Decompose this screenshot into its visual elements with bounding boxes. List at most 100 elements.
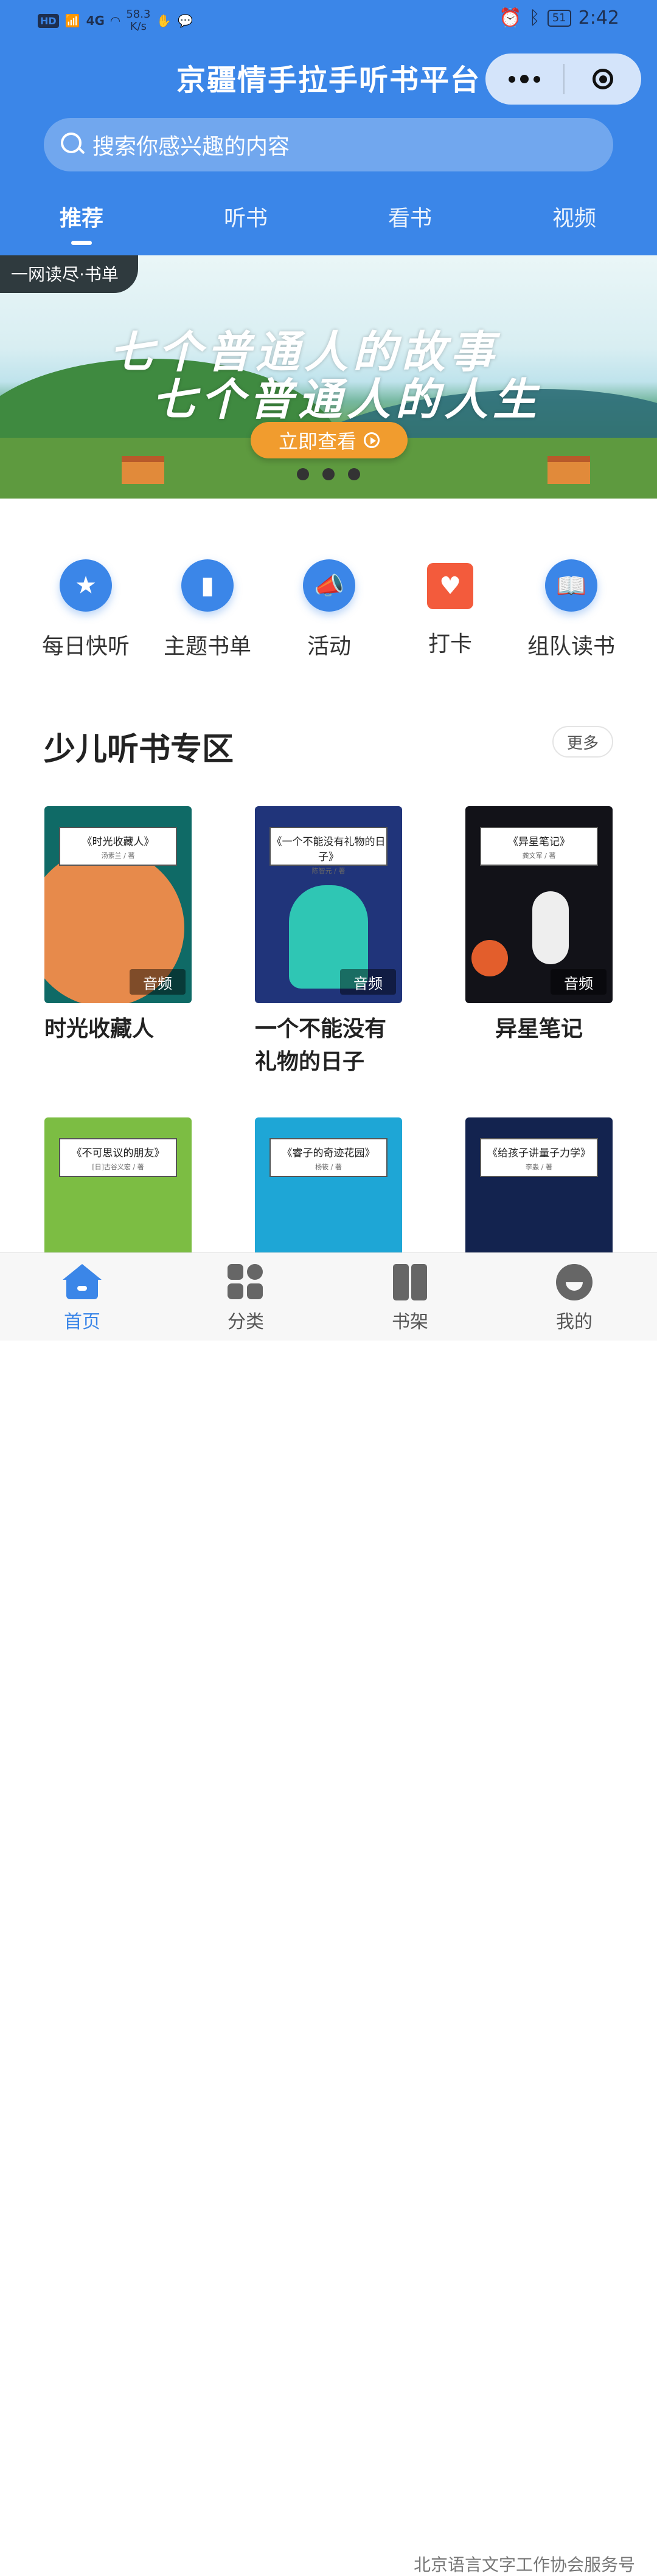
open-book-icon: 📖 (545, 559, 597, 612)
active-tab-indicator (71, 241, 92, 245)
megaphone-icon: 📣 (303, 559, 355, 612)
tab-video[interactable]: 视频 (513, 201, 635, 232)
search-placeholder: 搜索你感兴趣的内容 (92, 134, 290, 159)
book-cover: 《时光收藏人》 汤素兰 / 著 音频 (44, 806, 192, 1003)
cover-art (532, 891, 569, 964)
quick-theme-booklist[interactable]: ▮ 主题书单 (147, 559, 268, 660)
more-dot-icon (520, 75, 529, 83)
tab-label: 听书 (223, 206, 268, 231)
cover-title: 《异星笔记》 (508, 836, 570, 848)
carousel-dot[interactable] (297, 468, 309, 480)
notification-icon: ✋ (156, 13, 172, 28)
carousel-dot[interactable] (322, 468, 335, 480)
promo-banner[interactable]: 一网读尽·书单 七个普通人的故事 七个普通人的人生 立即查看 (0, 255, 657, 499)
bookshelf-icon (391, 1264, 429, 1300)
profile-icon (556, 1264, 593, 1300)
audio-badge: 音频 (551, 969, 607, 995)
book-title: 时光收藏人 (44, 1017, 155, 1041)
calendar-heart-icon: ♥ (427, 563, 473, 609)
more-options-button[interactable] (485, 54, 563, 105)
speed-unit: K/s (130, 20, 147, 33)
book-title: 异星笔记 (495, 1017, 583, 1041)
content-tabs: 推荐 听书 看书 视频 (0, 195, 657, 249)
audio-badge: 音频 (130, 969, 186, 995)
nav-bookshelf[interactable]: 书架 (361, 1264, 459, 1333)
cover-label: 《睿子的奇迹花园》 杨筱 / 著 (269, 1138, 388, 1177)
tab-label: 看书 (388, 206, 432, 231)
tab-read[interactable]: 看书 (349, 201, 471, 232)
bluetooth-icon: ᛒ (529, 7, 540, 29)
nav-profile[interactable]: 我的 (526, 1264, 623, 1333)
book-cover: 《一个不能没有礼物的日子》 陈智元 / 著 音频 (255, 806, 402, 1003)
category-icon (226, 1264, 265, 1300)
cover-title: 《睿子的奇迹花园》 (282, 1147, 375, 1159)
nav-label: 我的 (556, 1311, 593, 1333)
quick-activity[interactable]: 📣 活动 (268, 559, 390, 660)
signal-icon: 📶 (64, 13, 80, 28)
play-circle-icon (364, 432, 380, 448)
section-title: 少儿听书专区 (44, 731, 234, 768)
nav-label: 书架 (392, 1311, 428, 1333)
nav-label: 分类 (228, 1311, 264, 1333)
close-mini-program-button[interactable] (565, 54, 641, 105)
more-button[interactable]: 更多 (552, 726, 613, 758)
cover-label: 《给孩子讲量子力学》 李淼 / 著 (480, 1138, 598, 1177)
clock: 2:42 (578, 7, 619, 29)
quick-label: 活动 (307, 634, 351, 659)
cover-title: 《时光收藏人》 (82, 836, 155, 848)
quick-label: 打卡 (428, 632, 472, 657)
cover-title: 《一个不能没有礼物的日子》 (271, 836, 386, 863)
book-list-icon: ▮ (181, 559, 234, 612)
home-icon (63, 1264, 102, 1300)
quick-label: 组队读书 (527, 634, 615, 659)
bottom-nav: 首页 分类 书架 我的 北京语言文字工作协会服务号 (0, 1252, 657, 2575)
banner-subheadline: 七个普通人的人生 (151, 373, 541, 425)
view-now-button[interactable]: 立即查看 (251, 422, 408, 458)
more-dot-icon (509, 75, 515, 83)
cover-author: 李淼 / 著 (526, 1163, 552, 1171)
cover-author: [日]古谷义宏 / 著 (92, 1163, 144, 1171)
book-card[interactable]: 《时光收藏人》 汤素兰 / 著 音频 时光收藏人 (44, 806, 192, 1046)
more-dot-icon (534, 75, 540, 83)
view-now-label: 立即查看 (278, 430, 356, 453)
nav-label: 首页 (64, 1311, 100, 1333)
tab-listen[interactable]: 听书 (185, 201, 307, 232)
book-star-icon: ★ (60, 559, 112, 612)
cover-title: 《不可思议的朋友》 (71, 1147, 165, 1159)
quick-label: 每日快听 (41, 634, 130, 659)
cover-label: 《一个不能没有礼物的日子》 陈智元 / 著 (269, 827, 388, 875)
cover-author: 陈智元 / 著 (311, 867, 346, 875)
app-header: HD 📶 4G ◠ 58.3 K/s ✋ 💬 ⏰ ᛒ 51 2:42 京疆情手拉… (0, 0, 657, 255)
cover-title: 《给孩子讲量子力学》 (487, 1147, 591, 1159)
cover-art (471, 940, 508, 976)
book-title: 一个不能没有礼物的日子 (255, 1017, 387, 1074)
hd-badge: HD (38, 13, 59, 28)
banner-tag: 一网读尽·书单 (0, 255, 138, 293)
quick-group-reading[interactable]: 📖 组队读书 (510, 559, 632, 660)
network-speed: 58.3 K/s (126, 9, 150, 33)
search-input[interactable]: 搜索你感兴趣的内容 (44, 118, 613, 171)
carousel-dots (0, 468, 657, 480)
battery-indicator: 51 (547, 9, 571, 27)
mini-program-capsule (485, 54, 641, 105)
cover-label: 《异星笔记》 龚文军 / 著 (480, 827, 598, 866)
watermark: 北京语言文字工作协会服务号 (414, 2555, 636, 2575)
nav-category[interactable]: 分类 (197, 1264, 294, 1333)
book-card[interactable]: 《异星笔记》 龚文军 / 著 音频 异星笔记 (465, 806, 613, 1046)
book-card[interactable]: 《一个不能没有礼物的日子》 陈智元 / 著 音频 一个不能没有礼物的日子 (255, 806, 402, 1079)
quick-links: ★ 每日快听 ▮ 主题书单 📣 活动 ♥ 打卡 📖 组队读书 (0, 559, 657, 669)
tab-recommend[interactable]: 推荐 (21, 201, 142, 245)
status-right: ⏰ ᛒ 51 2:42 (499, 7, 619, 29)
carousel-dot[interactable] (348, 468, 360, 480)
search-icon (61, 133, 85, 157)
network-type: 4G (86, 13, 105, 28)
tab-label: 视频 (552, 206, 596, 231)
nav-home[interactable]: 首页 (33, 1264, 131, 1333)
status-bar: HD 📶 4G ◠ 58.3 K/s ✋ 💬 ⏰ ᛒ 51 2:42 (0, 0, 657, 43)
quick-checkin[interactable]: ♥ 打卡 (389, 559, 511, 658)
cover-label: 《时光收藏人》 汤素兰 / 著 (59, 827, 177, 866)
quick-label: 主题书单 (163, 634, 251, 659)
cover-author: 汤素兰 / 著 (101, 852, 135, 860)
quick-daily-listen[interactable]: ★ 每日快听 (25, 559, 147, 660)
book-cover: 《异星笔记》 龚文军 / 著 音频 (465, 806, 613, 1003)
